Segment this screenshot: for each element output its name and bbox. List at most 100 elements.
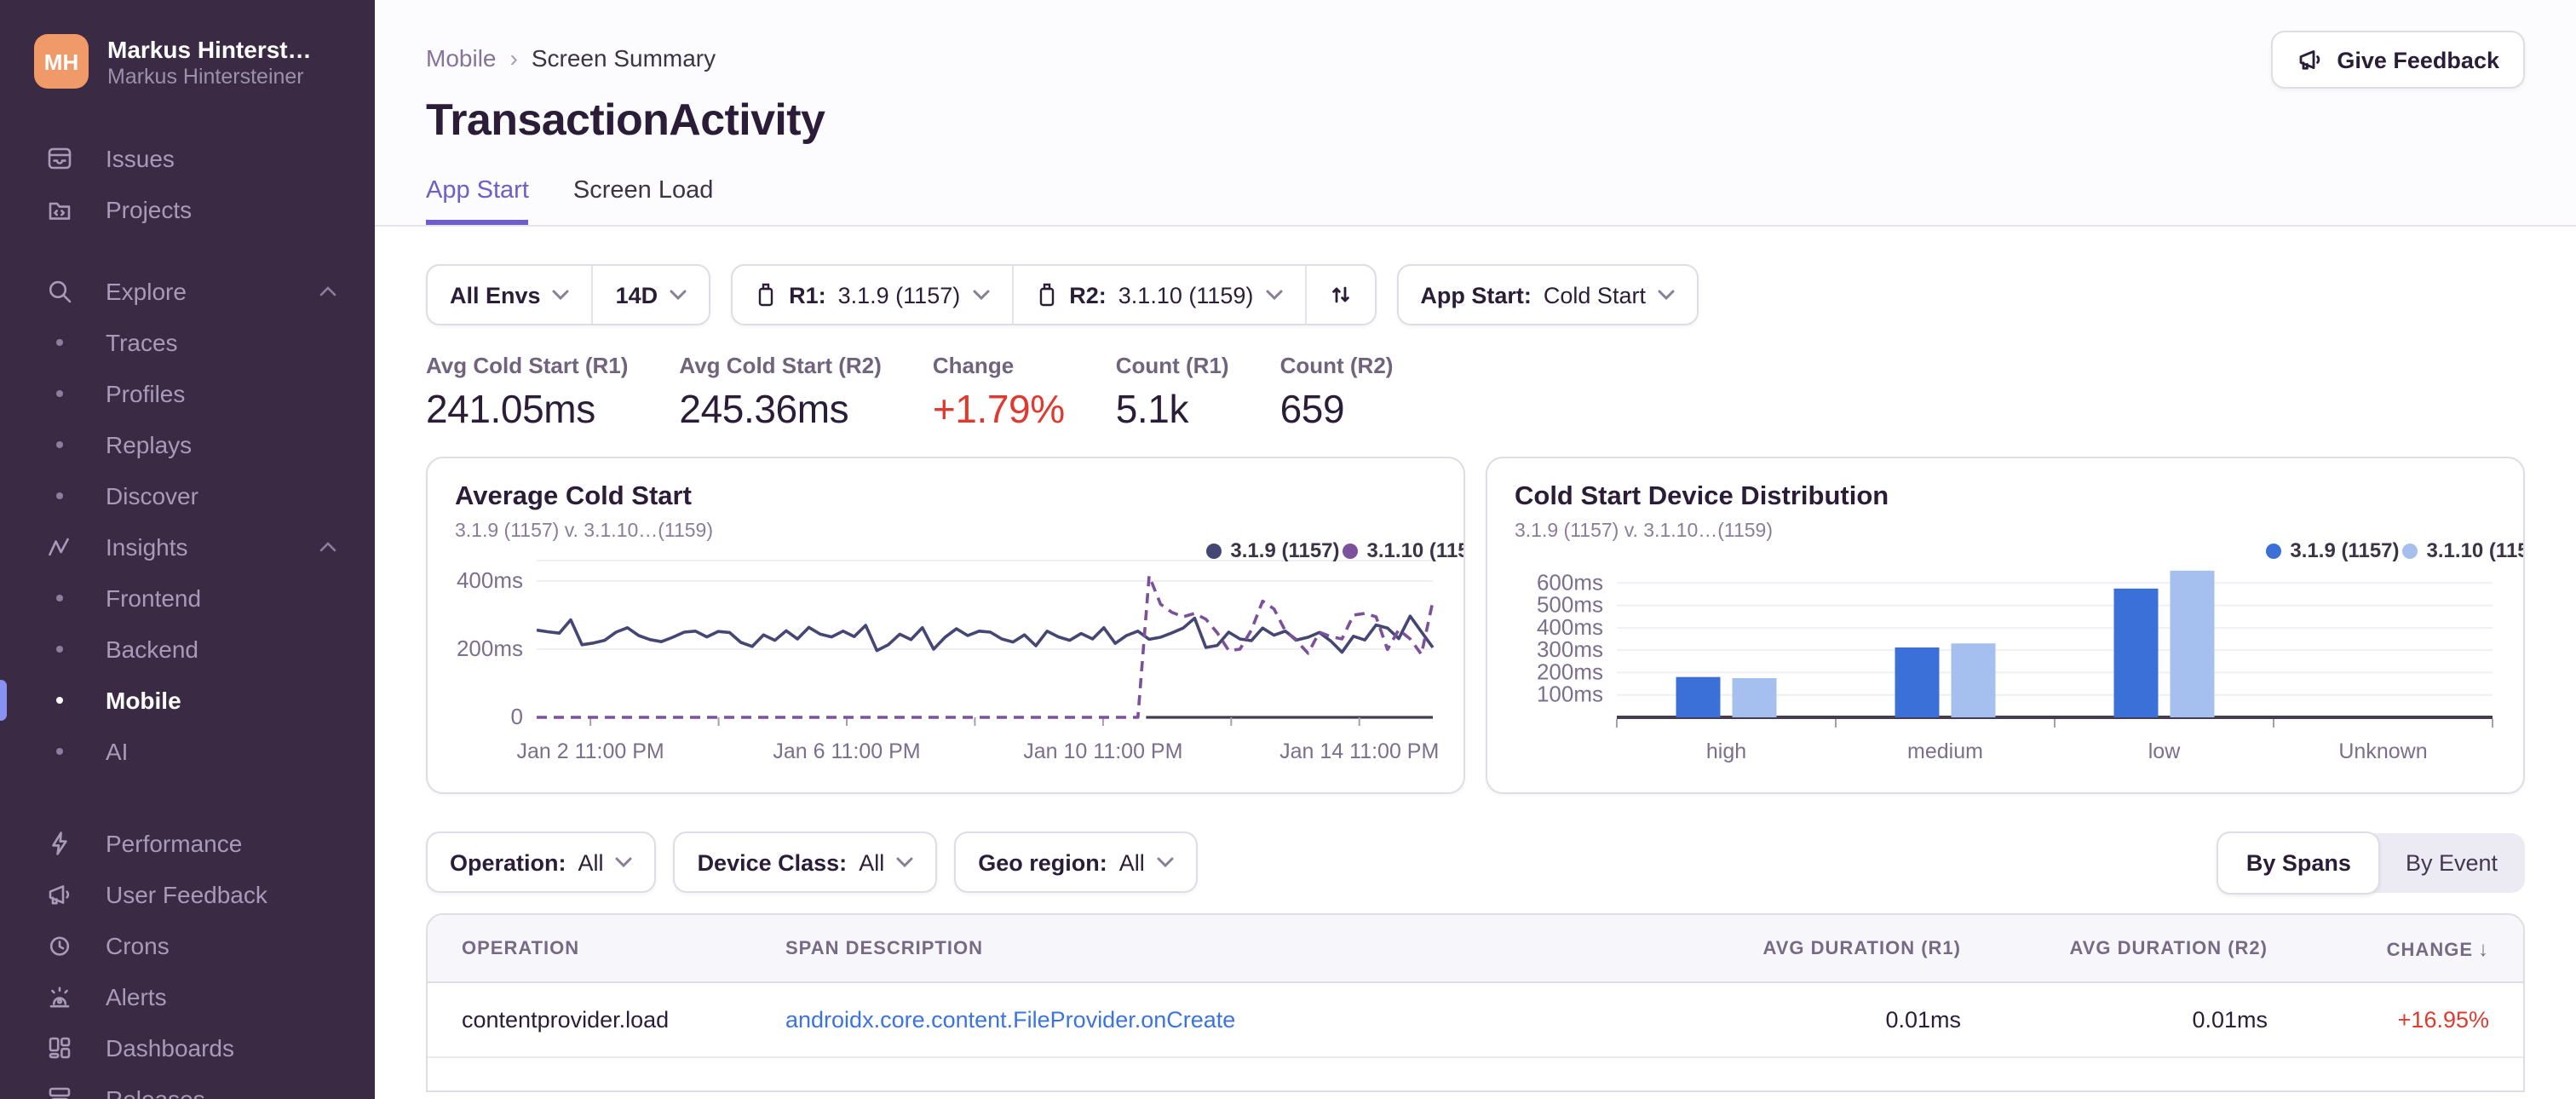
chevron-up-icon[interactable] [319,285,337,297]
svg-text:200ms: 200ms [457,636,523,661]
bullet-icon [44,379,73,408]
sidebar-item-label: Discover [106,482,198,509]
sidebar-item-backend[interactable]: Backend [0,624,375,675]
sidebar-item-label: Crons [106,932,170,959]
date-range-label: 14D [615,282,658,308]
sidebar-item-user-feedback[interactable]: User Feedback [0,869,375,920]
by-event-toggle[interactable]: By Event [2378,832,2525,892]
sidebar-item-profiles[interactable]: Profiles [0,368,375,419]
tab-screen-load[interactable]: Screen Load [573,177,713,225]
legend-item[interactable]: 3.1.9 (1157) [2266,538,2400,562]
stats-row: Avg Cold Start (R1) 241.05ms Avg Cold St… [426,353,2525,433]
legend-item[interactable]: 3.1.10 (1159) [1343,538,1463,562]
sidebar-item-label: Issues [106,145,175,172]
sidebar-item-mobile[interactable]: Mobile [0,675,375,726]
sidebar-item-ai[interactable]: AI [0,726,375,777]
sidebar-item-frontend[interactable]: Frontend [0,573,375,624]
col-avg-duration-r1: AVG DURATION (R1) [1762,938,1961,958]
breadcrumb-separator-icon: › [509,44,518,72]
sidebar-item-label: Releases [106,1085,205,1099]
screen-summary-page: MH Markus Hinterst… Markus Hintersteiner… [0,0,2576,1099]
by-spans-toggle[interactable]: By Spans [2217,831,2380,894]
give-feedback-button[interactable]: Give Feedback [2270,31,2525,89]
sidebar-item-projects[interactable]: Projects [0,184,375,235]
sidebar-item-label: Mobile [106,687,181,714]
view-toggle: By Spans By Event [2217,831,2525,894]
sidebar-item-traces[interactable]: Traces [0,317,375,368]
cell-span-description-link[interactable]: androidx.core.content.FileProvider.onCre… [751,1007,1705,1033]
chevron-up-icon[interactable] [319,541,337,553]
sidebar-item-label: Insights [106,533,188,561]
col-change-sort[interactable]: CHANGE ↓ [2302,936,2523,960]
projects-icon [44,195,73,224]
date-range-filter[interactable]: 14D [591,266,710,324]
sidebar-item-dashboards[interactable]: Dashboards [0,1022,375,1073]
sidebar-item-label: AI [106,738,129,765]
sidebar-item-alerts[interactable]: Alerts [0,971,375,1022]
device-distribution-card: Cold Start Device Distribution 3.1.9 (11… [1486,457,2525,794]
tab-app-start[interactable]: App Start [426,177,529,225]
chevron-down-icon [553,290,570,300]
sidebar-item-explore[interactable]: Explore [0,266,375,317]
pulse-icon [44,532,73,561]
chevron-down-icon [1265,290,1282,300]
sidebar-item-replays[interactable]: Replays [0,419,375,470]
sidebar-item-performance[interactable]: Performance [0,818,375,869]
sidebar-item-discover[interactable]: Discover [0,470,375,521]
chevron-down-icon [1658,290,1675,300]
page-title: TransactionActivity [426,94,825,145]
lightning-icon [44,829,73,858]
breadcrumb-mobile[interactable]: Mobile [426,44,497,72]
release1-selector[interactable]: R1: 3.1.9 (1157) [733,266,1011,324]
swap-arrows-icon [1328,283,1352,307]
spans-table: OPERATION SPAN DESCRIPTION AVG DURATION … [426,913,2525,1092]
app-start-type-filter[interactable]: App Start: Cold Start [1398,266,1697,324]
sidebar-item-insights[interactable]: Insights [0,521,375,573]
operation-filter-group: Operation: All [426,831,657,893]
legend-dot-icon [2266,543,2282,558]
stat-count-r1: Count (R1) 5.1k [1115,353,1229,431]
environment-filter[interactable]: All Envs [428,266,592,324]
sidebar-item-issues[interactable]: Issues [0,133,375,184]
device-class-filter[interactable]: Device Class: All [676,833,936,891]
app-start-type-group: App Start: Cold Start [1396,264,1699,325]
cell-operation: contentprovider.load [462,1007,670,1033]
bullet-icon [44,430,73,459]
sidebar-nav: Issues Projects Explore Traces Profiles … [0,133,375,1099]
svg-text:Jan 6 11:00 PM: Jan 6 11:00 PM [773,739,920,763]
main-content: Mobile › Screen Summary TransactionActiv… [375,0,2576,1099]
svg-text:medium: medium [1907,739,1983,763]
svg-text:0: 0 [511,704,523,729]
device-class-filter-group: Device Class: All [673,831,938,893]
legend-item[interactable]: 3.1.9 (1157) [1206,538,1340,562]
sidebar-item-releases[interactable]: Releases [0,1073,375,1099]
env-period-group: All Envs 14D [426,264,711,325]
org-switcher[interactable]: MH Markus Hinterst… Markus Hintersteiner [0,34,375,89]
issues-icon [44,144,73,173]
line-legend: 3.1.9 (1157)3.1.10 (1159) [1206,538,1463,562]
operation-filter[interactable]: Operation: All [428,833,655,891]
release2-selector[interactable]: R2: 3.1.10 (1159) [1011,266,1304,324]
user-name: Markus Hinterst… [107,35,312,62]
bullet-icon [44,328,73,357]
chart-title: Cold Start Device Distribution [1515,482,1889,511]
sidebar-item-label: Performance [106,830,243,857]
legend-dot-icon [2402,543,2418,558]
table-row: contentprovider.load androidx.core.conte… [428,983,2523,1056]
chevron-down-icon [972,290,989,300]
geo-region-filter[interactable]: Geo region: All [956,833,1196,891]
svg-text:high: high [1706,739,1746,763]
siren-icon [44,982,73,1011]
sidebar-item-label: Explore [106,278,187,305]
svg-text:Jan 14 11:00 PM: Jan 14 11:00 PM [1279,739,1439,763]
sidebar-item-label: Backend [106,636,198,663]
bullet-icon [44,686,73,715]
legend-item[interactable]: 3.1.10 (1159) [2402,538,2523,562]
chevron-down-icon [616,857,633,867]
stat-avg-cold-start-r2: Avg Cold Start (R2) 245.36ms [679,353,882,431]
sidebar-item-crons[interactable]: Crons [0,920,375,971]
sort-desc-icon: ↓ [2478,936,2489,960]
swap-releases-button[interactable] [1304,266,1374,324]
charts-row: Average Cold Start 3.1.9 (1157) v. 3.1.1… [426,457,2525,794]
stat-count-r2: Count (R2) 659 [1279,353,1394,431]
